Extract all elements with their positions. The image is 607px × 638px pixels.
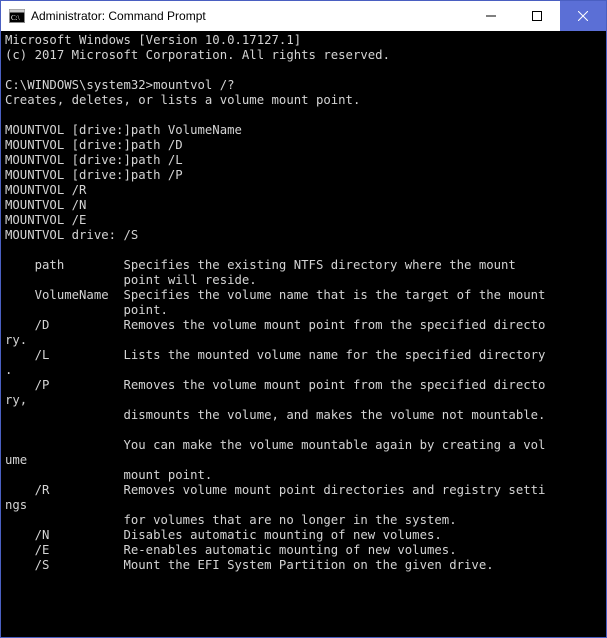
terminal-output[interactable]: Microsoft Windows [Version 10.0.17127.1]… [1, 31, 606, 637]
maximize-button[interactable] [514, 1, 560, 31]
window-title: Administrator: Command Prompt [31, 9, 468, 23]
svg-text:C:\: C:\ [11, 14, 20, 22]
cmd-icon: C:\ [9, 8, 25, 24]
minimize-button[interactable] [468, 1, 514, 31]
close-button[interactable] [560, 1, 606, 31]
command-prompt-window: C:\ Administrator: Command Prompt Micros… [0, 0, 607, 638]
window-controls [468, 1, 606, 31]
titlebar[interactable]: C:\ Administrator: Command Prompt [1, 1, 606, 31]
